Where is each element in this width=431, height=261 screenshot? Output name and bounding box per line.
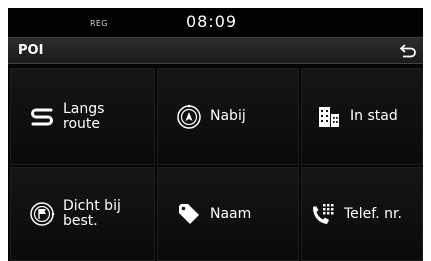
menu-item-label: In stad xyxy=(350,108,398,124)
menu-item-name[interactable]: Naam xyxy=(157,167,299,261)
title-bar: POI xyxy=(8,37,423,64)
back-arrow-icon xyxy=(400,44,416,58)
clock: 08:09 xyxy=(186,12,238,31)
status-bar: REG 08:09 xyxy=(8,8,423,36)
page-title: POI xyxy=(18,43,44,58)
menu-item-phone-number[interactable]: Telef. nr. xyxy=(301,167,423,261)
tag-icon xyxy=(174,199,204,229)
back-button[interactable] xyxy=(397,41,419,61)
menu-item-nearby[interactable]: Nabij xyxy=(157,68,299,165)
menu-item-near-destination[interactable]: Dicht bij best. xyxy=(10,167,155,261)
menu-item-along-route[interactable]: Langs route xyxy=(10,68,155,165)
menu-item-label: Telef. nr. xyxy=(344,205,402,222)
reg-indicator: REG xyxy=(90,19,108,28)
navigation-screen: REG 08:09 POI Langs route Nabij In stad … xyxy=(8,8,423,261)
destination-flag-icon xyxy=(27,199,57,229)
poi-menu-grid: Langs route Nabij In stad Dicht bij best… xyxy=(8,68,423,261)
nearby-compass-icon xyxy=(174,102,204,132)
menu-item-in-city[interactable]: In stad xyxy=(301,68,423,165)
route-icon xyxy=(27,102,57,132)
menu-item-label: Langs route xyxy=(63,100,105,132)
menu-item-label: Dicht bij best. xyxy=(63,198,121,229)
phone-keypad-icon xyxy=(308,199,338,229)
city-buildings-icon xyxy=(314,102,344,132)
menu-item-label: Naam xyxy=(210,205,252,222)
menu-item-label: Nabij xyxy=(210,108,246,124)
